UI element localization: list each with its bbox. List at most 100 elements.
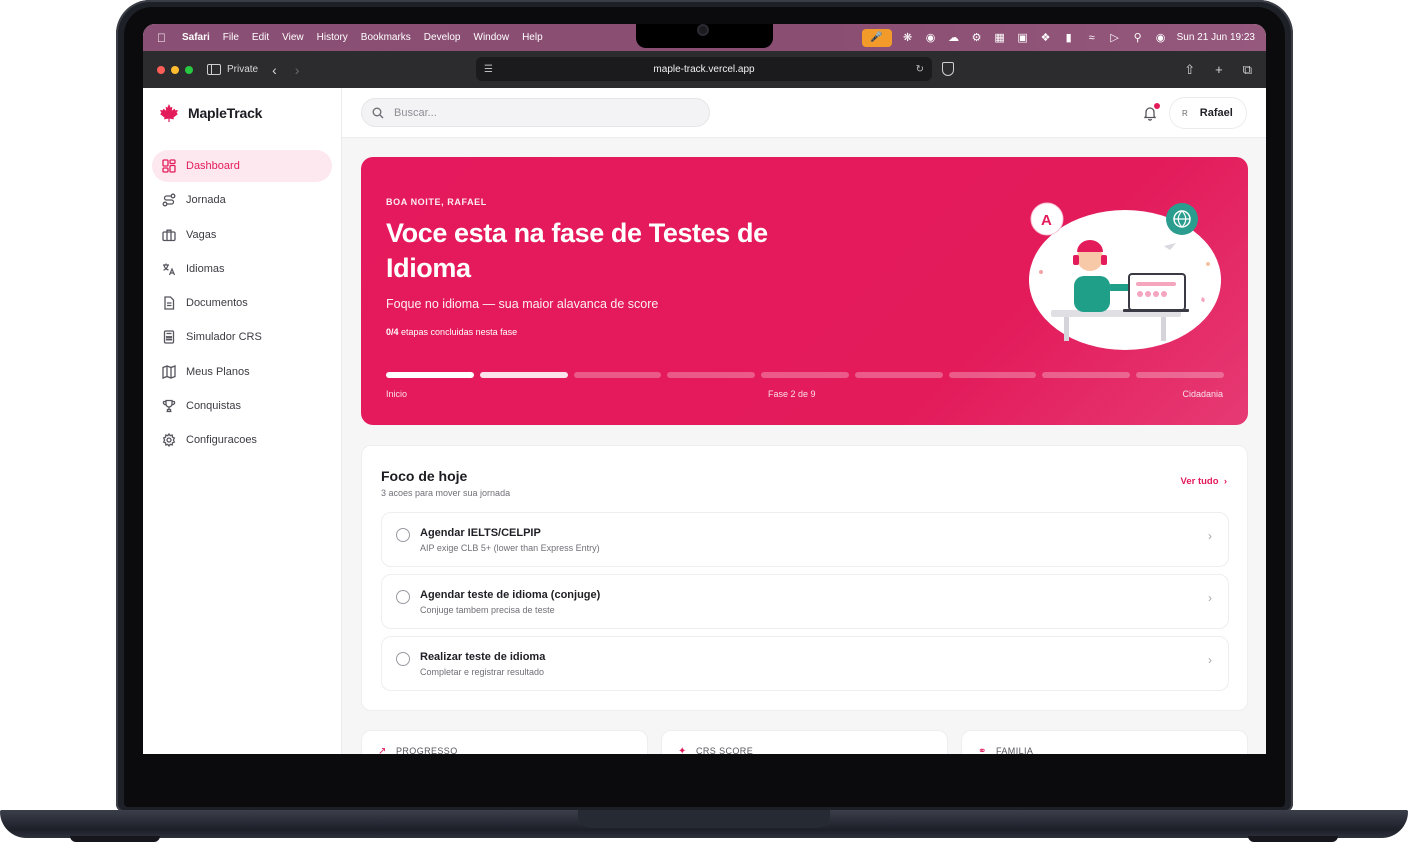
camera-app-icon[interactable]: ▣ (1016, 31, 1030, 44)
sidebar-item-jornada[interactable]: Jornada (152, 184, 332, 216)
new-tab-icon[interactable]: + (1215, 62, 1223, 77)
sidebar-toggle-button[interactable]: Private (207, 64, 258, 75)
svg-text:A: A (1041, 212, 1052, 229)
menu-history[interactable]: History (317, 32, 348, 43)
page-menu-icon[interactable]: ☰ (484, 64, 493, 75)
phase-start-label: Inicio (386, 389, 408, 399)
share-icon[interactable]: ⇧ (1184, 62, 1195, 78)
user-name: Rafael (1199, 107, 1233, 119)
card-label: CRS SCORE (696, 746, 754, 754)
task-checkbox[interactable] (396, 590, 410, 604)
menubar-status-area: 🎤 ❋ ◉ ☁ ⚙ ▦ ▣ ❖ ▮ ≈ ▷ ⚲ ◉ Sun 21 Jun 19:… (861, 24, 1255, 51)
address-bar[interactable]: ☰ maple-track.vercel.app ↻ (476, 57, 932, 81)
sidebar-item-dashboard[interactable]: Dashboard (152, 150, 332, 182)
crs-score-card[interactable]: ✦ CRS SCORE (661, 730, 948, 754)
steps-counter: 0/4 etapas concluidas nesta fase (386, 327, 517, 337)
screen:  Safari File Edit View History Bookmark… (143, 24, 1266, 754)
figma-icon[interactable]: ❖ (1039, 31, 1053, 44)
nav-arrows: ‹ › (272, 62, 299, 78)
back-arrow-icon[interactable]: ‹ (272, 62, 277, 78)
cloud-icon[interactable]: ☁ (947, 31, 961, 44)
task-title: Agendar IELTS/CELPIP (420, 527, 541, 539)
menu-develop[interactable]: Develop (424, 32, 461, 43)
layout-icon[interactable]: ▦ (993, 31, 1007, 44)
sidebar-item-configuracoes[interactable]: Configuracoes (152, 424, 332, 456)
play-icon[interactable]: ▷ (1108, 31, 1122, 44)
sidebar-item-label: Dashboard (186, 160, 240, 172)
menubar-clock[interactable]: Sun 21 Jun 19:23 (1177, 32, 1255, 43)
task-checkbox[interactable] (396, 528, 410, 542)
gear-icon (162, 433, 176, 448)
phase-hero-card: BOA NOITE, RAFAEL Voce esta na fase de T… (361, 157, 1248, 425)
document-icon (162, 296, 176, 310)
grammarly-icon[interactable]: ◉ (924, 31, 938, 44)
search-placeholder: Buscar... (394, 106, 437, 119)
translate-icon (162, 262, 176, 276)
minimize-window-button[interactable] (171, 65, 179, 74)
tab-overview-icon[interactable]: ⧉ (1243, 62, 1252, 78)
fullscreen-window-button[interactable] (185, 65, 193, 74)
see-all-label: Ver tudo (1180, 476, 1219, 487)
chevron-right-icon: › (1221, 476, 1227, 487)
battery-icon[interactable]: ▮ (1062, 31, 1076, 44)
sidebar-item-vagas[interactable]: Vagas (152, 219, 332, 251)
task-checkbox[interactable] (396, 652, 410, 666)
web-app: MapleTrack Dashboard Jornada Vagas Idiom… (143, 88, 1266, 754)
brand-logo[interactable]: MapleTrack (159, 103, 262, 123)
menu-edit[interactable]: Edit (252, 32, 269, 43)
search-icon (372, 107, 384, 118)
phase-segment (761, 372, 849, 378)
user-menu-button[interactable]: R Rafael (1169, 97, 1247, 129)
map-icon (162, 364, 176, 379)
see-all-link[interactable]: Ver tudo › (1181, 476, 1227, 487)
task-item[interactable]: Agendar IELTS/CELPIP AIP exige CLB 5+ (l… (381, 512, 1229, 567)
phase-current-label: Fase 2 de 9 (768, 389, 816, 399)
close-window-button[interactable] (157, 65, 165, 74)
spotlight-search-icon[interactable]: ⚲ (1131, 31, 1145, 44)
task-description: AIP exige CLB 5+ (lower than Express Ent… (420, 543, 600, 553)
window-controls (157, 65, 193, 74)
phase-segment (854, 372, 943, 378)
hero-title: Voce esta na fase de Testes de Idioma (386, 218, 768, 283)
sidebar-item-conquistas[interactable]: Conquistas (152, 390, 332, 422)
sidebar-item-simulador-crs[interactable]: Simulador CRS (152, 321, 332, 353)
phase-segment (479, 372, 568, 378)
menu-view[interactable]: View (282, 32, 304, 43)
wifi-icon[interactable]: ≈ (1085, 32, 1099, 44)
task-item[interactable]: Agendar teste de idioma (conjuge) Conjug… (381, 574, 1229, 629)
control-center-icon[interactable]: ◉ (1154, 31, 1168, 44)
menu-file[interactable]: File (223, 32, 239, 43)
chevron-right-icon: › (1208, 653, 1212, 667)
brand-name: MapleTrack (188, 105, 263, 121)
menu-window[interactable]: Window (474, 32, 510, 43)
sidebar-item-meus-planos[interactable]: Meus Planos (152, 356, 332, 388)
privacy-shield-icon[interactable] (942, 62, 954, 76)
apple-icon[interactable]:  (157, 31, 170, 45)
sidebar-item-idiomas[interactable]: Idiomas (152, 253, 332, 285)
card-label: PROGRESSO (396, 746, 458, 754)
chevron-right-icon: › (1208, 591, 1212, 605)
sparkles-icon: ✦ (678, 746, 687, 754)
sparkle-icon[interactable]: ❋ (901, 31, 915, 44)
greeting-kicker: BOA NOITE, RAFAEL (386, 197, 487, 207)
task-title: Agendar teste de idioma (conjuge) (420, 589, 601, 601)
menu-help[interactable]: Help (522, 32, 543, 43)
phase-segment (1136, 372, 1225, 378)
sidebar-item-label: Meus Planos (186, 365, 250, 378)
steps-text: etapas concluidas nesta fase (401, 327, 518, 337)
task-item[interactable]: Realizar teste de idioma Completar e reg… (381, 636, 1229, 691)
microphone-icon[interactable]: 🎤 (861, 28, 892, 47)
sidebar-item-documentos[interactable]: Documentos (152, 287, 332, 319)
family-card[interactable]: ⚭ FAMILIA (961, 730, 1248, 754)
settings-app-icon[interactable]: ⚙ (970, 31, 984, 44)
search-input[interactable]: Buscar... (361, 98, 710, 127)
camera-icon (697, 24, 709, 36)
menu-app-name[interactable]: Safari (182, 32, 210, 43)
translate-reload-icon[interactable]: ↻ (916, 64, 924, 75)
card-label: FAMILIA (996, 746, 1034, 754)
progress-card[interactable]: ↗ PROGRESSO (361, 730, 648, 754)
forward-arrow-icon[interactable]: › (295, 62, 300, 78)
url-text: maple-track.vercel.app (653, 63, 755, 75)
menu-bookmarks[interactable]: Bookmarks (361, 32, 411, 43)
phase-progress-bar (386, 372, 1225, 378)
